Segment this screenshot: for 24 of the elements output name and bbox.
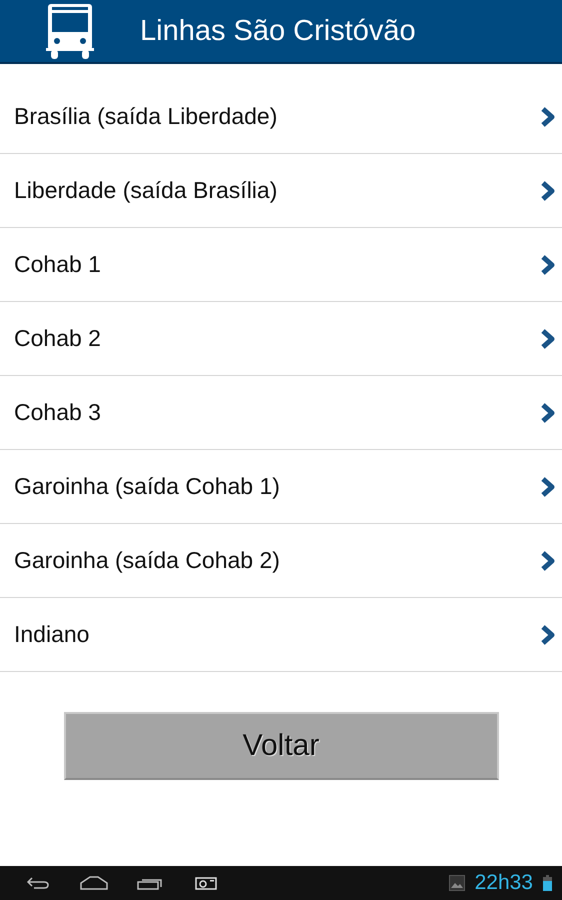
line-item[interactable]: Garoinha (saída Cohab 1) [0, 450, 562, 524]
clock: 22h33 [474, 871, 533, 895]
line-item[interactable]: Garoinha (saída Cohab 2) [0, 524, 562, 598]
battery-icon [543, 875, 552, 891]
line-item[interactable]: Liberdade (saída Brasília) [0, 154, 562, 228]
camera-icon[interactable] [195, 876, 217, 890]
home-icon[interactable] [80, 876, 108, 890]
back-button[interactable]: Voltar [64, 712, 498, 780]
header-title: Linhas São Cristóvão [140, 14, 416, 48]
line-item[interactable]: Indiano [0, 598, 562, 672]
line-item[interactable]: Cohab 3 [0, 376, 562, 450]
line-item[interactable]: Cohab 2 [0, 302, 562, 376]
back-icon[interactable] [26, 876, 50, 890]
chevron-icon [540, 328, 556, 350]
chevron-icon [540, 402, 556, 424]
chevron-icon [540, 254, 556, 276]
image-icon [448, 875, 465, 891]
chevron-icon [540, 624, 556, 646]
chevron-icon [540, 106, 556, 128]
chevron-icon [540, 550, 556, 572]
chevron-icon [540, 476, 556, 498]
chevron-icon [540, 180, 556, 202]
line-item[interactable]: Cohab 1 [0, 228, 562, 302]
line-item[interactable]: Brasília (saída Liberdade) [0, 80, 562, 154]
